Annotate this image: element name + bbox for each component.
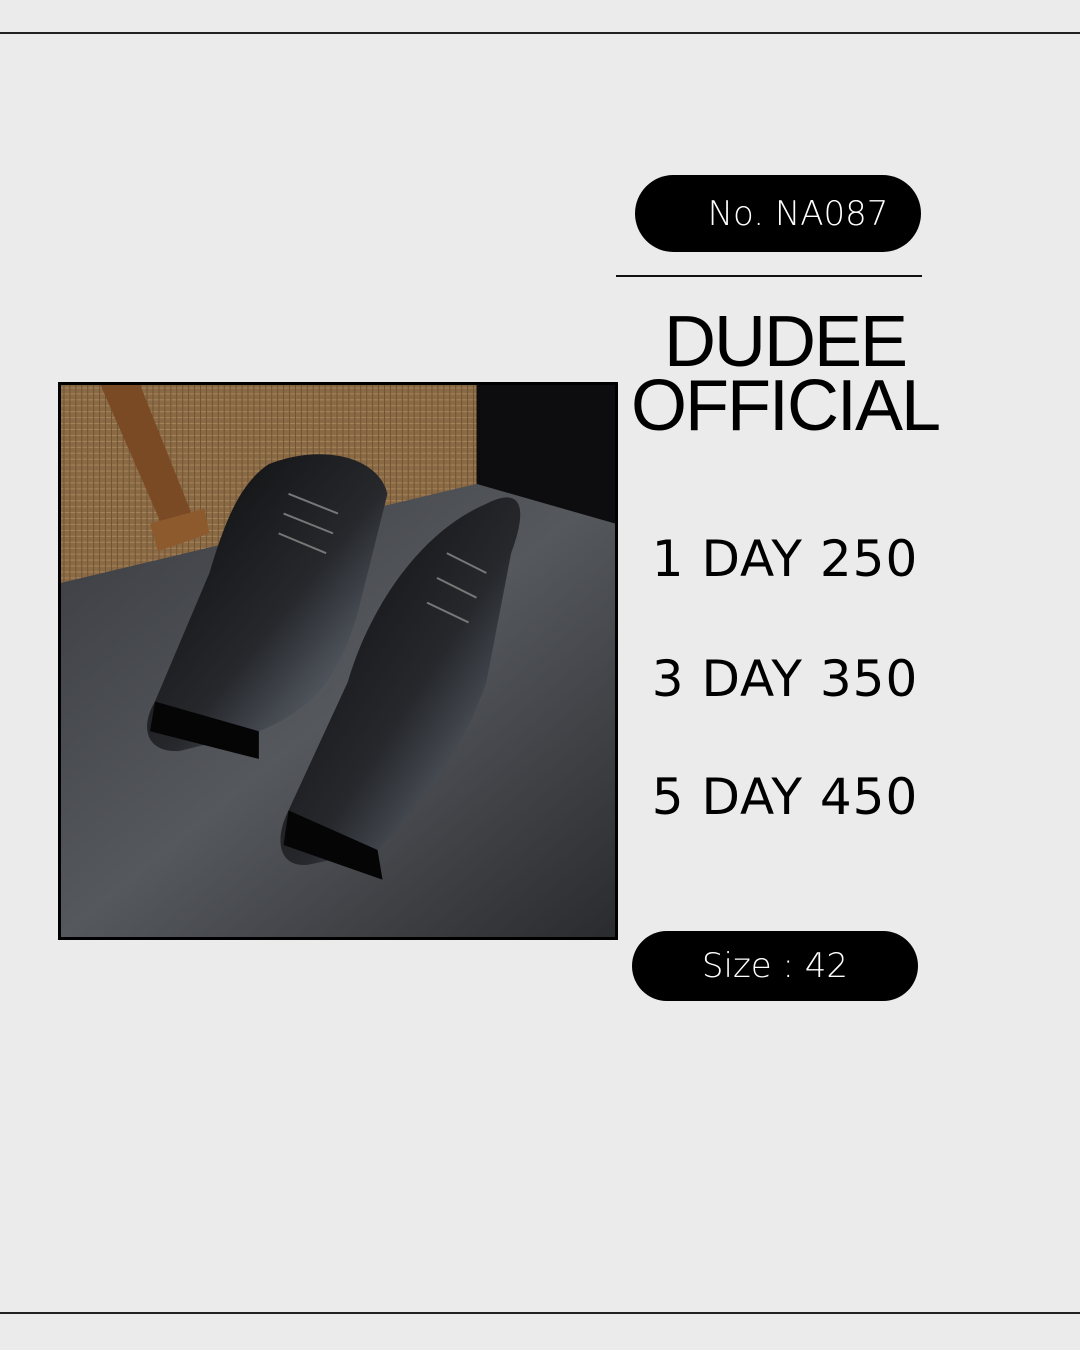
brand-line-1: DUDEE [663, 302, 908, 382]
brand-title: DUDEE OFFICIAL [620, 302, 950, 446]
price-5-day: 5 DAY 450 [651, 768, 919, 826]
product-code: No. NA087 [707, 193, 889, 234]
bottom-divider-line [0, 1312, 1080, 1314]
size-badge: Size : 42 [632, 931, 918, 1001]
top-divider-line [0, 32, 1080, 34]
product-code-badge: No. NA087 [635, 175, 921, 252]
shoe-photo-icon [61, 385, 615, 937]
product-photo [58, 382, 618, 940]
size-label: Size : 42 [701, 946, 849, 986]
price-3-day: 3 DAY 350 [651, 650, 919, 708]
header-divider [616, 275, 922, 277]
price-1-day: 1 DAY 250 [651, 530, 919, 588]
brand-line-2: OFFICIAL [630, 366, 941, 446]
